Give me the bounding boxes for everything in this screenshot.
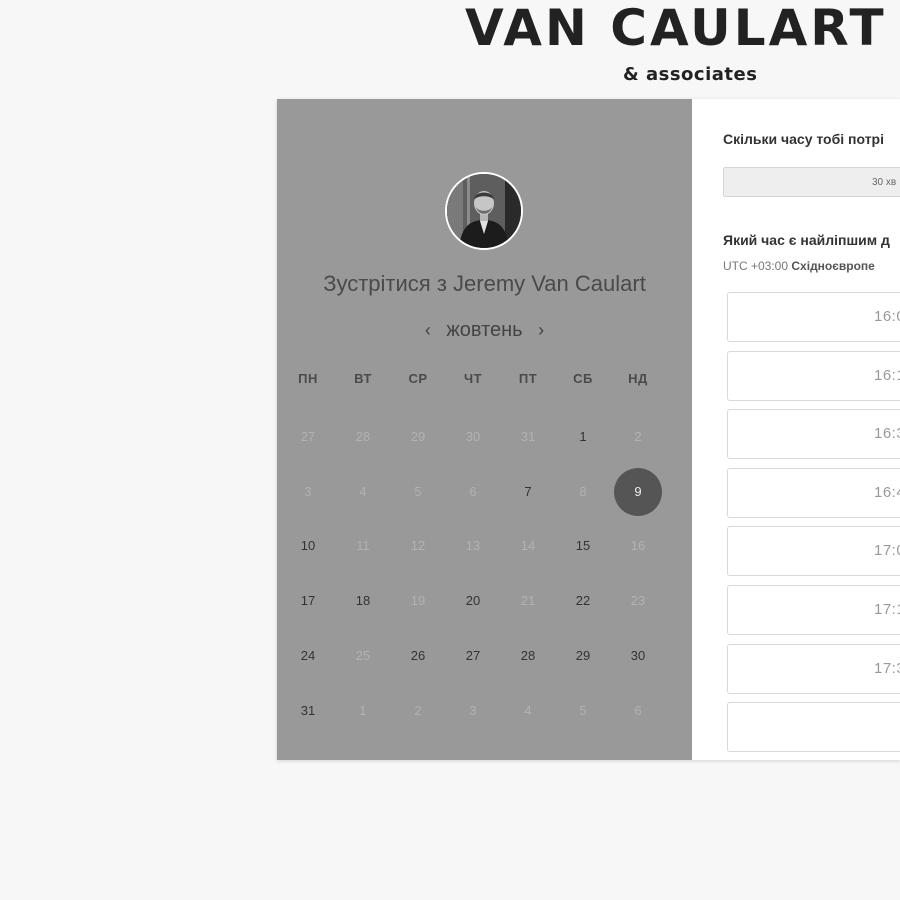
calendar-day: 27: [300, 429, 316, 444]
calendar-day[interactable]: 26: [394, 632, 442, 680]
calendar-day: 6: [634, 702, 642, 718]
time-slot-button[interactable]: 16:0: [727, 292, 900, 342]
calendar-day[interactable]: 10: [284, 522, 332, 570]
time-slot-label: 17:1: [874, 601, 900, 618]
booking-card: Зустрітися з Jeremy Van Caulart ‹ жовтен…: [277, 99, 900, 760]
time-slot-label: 16:0: [874, 308, 900, 325]
calendar-day: 3: [304, 483, 312, 499]
time-slot-button[interactable]: 16:1: [727, 350, 900, 401]
calendar-day[interactable]: 30: [614, 632, 662, 680]
weekday-label: ЧТ: [463, 371, 483, 386]
brand-subtitle: & associates: [623, 64, 758, 85]
timezone-selector[interactable]: UTC +03:00 Східноєвропе: [723, 259, 875, 273]
calendar-day: 23: [630, 593, 646, 609]
weekday-label: СБ: [573, 371, 593, 386]
time-slot-button[interactable]: 16:3: [727, 409, 900, 460]
calendar-day[interactable]: 24: [284, 632, 332, 680]
time-slot-label: 16:4: [874, 483, 900, 501]
calendar-day: 21: [520, 593, 536, 609]
time-slot-button[interactable]: 16:4: [727, 467, 900, 518]
calendar-day: 14: [520, 538, 536, 554]
calendar-day[interactable]: 28: [504, 632, 552, 680]
calendar-day: 3: [469, 702, 477, 718]
calendar-day: 31: [520, 429, 536, 444]
calendar-day: 11: [356, 538, 370, 554]
time-slot-label: 16:3: [874, 425, 900, 443]
calendar-day[interactable]: 22: [559, 577, 607, 625]
time-slot-button[interactable]: 17:0: [727, 526, 900, 577]
weekday-label: СР: [408, 371, 428, 386]
time-slot-label: 17:3: [874, 659, 900, 677]
calendar-day: 30: [465, 429, 481, 444]
calendar-day: 5: [579, 702, 587, 718]
calendar-day[interactable]: 7: [504, 468, 552, 516]
chevron-left-icon[interactable]: ‹: [415, 316, 441, 344]
calendar-day: 29: [410, 429, 426, 444]
calendar-day: 2: [634, 429, 642, 444]
time-slot-label: 17:0: [874, 542, 900, 560]
calendar-day[interactable]: 15: [559, 522, 607, 570]
brand-name: VAN CAULART: [465, 0, 887, 57]
weekday-label: ВТ: [354, 371, 372, 386]
timezone-offset: UTC +03:00: [723, 259, 789, 273]
calendar-day-selected[interactable]: 9: [614, 467, 662, 516]
weekday-header: ПН ВТ СР ЧТ ПТ СБ НД: [280, 371, 692, 395]
calendar-day: 1: [359, 702, 367, 718]
brand-logo: VAN CAULART & associates: [465, 0, 900, 98]
calendar-panel: Зустрітися з Jeremy Van Caulart ‹ жовтен…: [277, 99, 692, 760]
time-question: Який час є найліпшим д: [723, 232, 890, 248]
month-navigation: ‹ жовтень ›: [277, 315, 692, 344]
duration-option-label: 30 хв: [872, 177, 897, 188]
calendar-day: 2: [414, 702, 422, 718]
calendar-day: 5: [414, 483, 422, 499]
weekday-label: НД: [628, 371, 648, 386]
time-slot-button[interactable]: [727, 702, 900, 753]
weekday-label: ПТ: [518, 371, 538, 386]
time-slot-label: 16:1: [874, 366, 900, 384]
meeting-title: Зустрітися з Jeremy Van Caulart: [277, 269, 692, 299]
calendar-day: 19: [410, 593, 426, 609]
calendar-day: 25: [355, 647, 371, 663]
calendar-day: 13: [465, 538, 481, 554]
calendar-day[interactable]: 20: [449, 577, 497, 625]
chevron-right-icon[interactable]: ›: [528, 316, 554, 344]
calendar-day[interactable]: 27: [449, 632, 497, 680]
timezone-name: Східноєвропе: [791, 259, 875, 273]
calendar-day: 4: [524, 702, 532, 718]
calendar-day[interactable]: 18: [339, 577, 387, 625]
time-panel: Скільки часу тобі потрі 30 хв Який час є…: [692, 99, 900, 760]
host-photo: [447, 174, 521, 248]
duration-option-button[interactable]: 30 хв: [723, 167, 900, 197]
host-name: Jeremy Van Caulart: [453, 271, 646, 296]
calendar-day[interactable]: 1: [559, 413, 607, 461]
calendar-day: 28: [355, 429, 371, 444]
host-avatar: [445, 172, 523, 250]
time-slot-button[interactable]: 17:1: [727, 585, 900, 635]
weekday-label: ПН: [298, 371, 318, 386]
calendar-day: 12: [410, 538, 426, 554]
calendar-day: 16: [630, 538, 646, 554]
duration-question: Скільки часу тобі потрі: [723, 131, 884, 147]
calendar-day[interactable]: 29: [559, 632, 607, 680]
calendar-day[interactable]: 17: [284, 577, 332, 625]
calendar-day: 4: [359, 483, 367, 499]
calendar-day[interactable]: 31: [284, 687, 332, 735]
calendar-day: 8: [579, 483, 587, 499]
meeting-title-prefix: Зустрітися з: [323, 271, 454, 296]
calendar-day: 6: [469, 483, 477, 499]
time-slot-button[interactable]: 17:3: [727, 643, 900, 694]
month-label: жовтень: [446, 318, 523, 341]
